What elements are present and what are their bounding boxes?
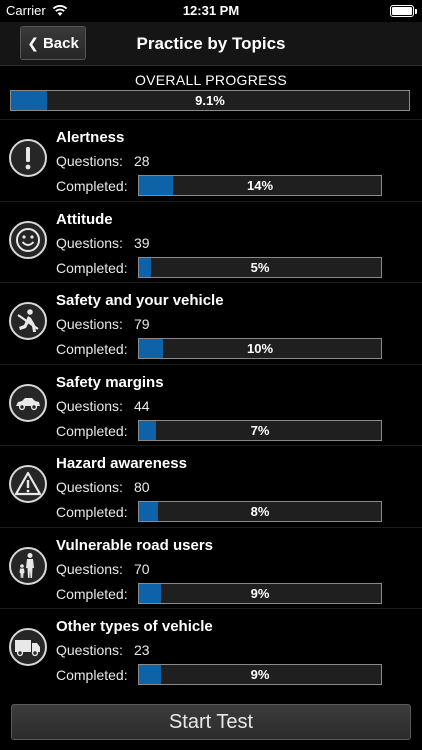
completed-label: Completed:: [56, 259, 128, 276]
topic-name: Safety and your vehicle: [56, 292, 224, 309]
nav-bar: ❮ Back Practice by Topics: [0, 22, 422, 66]
warning-triangle-icon: [9, 465, 47, 503]
questions-count: 80: [134, 479, 150, 495]
questions-count: 23: [134, 642, 150, 658]
topic-progress-percent: 10%: [246, 341, 274, 356]
topic-progress-bar: 7%: [138, 419, 382, 441]
topic-progress-percent: 9%: [250, 667, 270, 682]
exclamation-icon: [9, 139, 47, 177]
questions-count: 70: [134, 560, 150, 577]
overall-progress-bar: 9.1%: [10, 90, 410, 111]
overall-progress-percent: 9.1%: [195, 93, 225, 108]
questions-label: Questions:: [56, 642, 123, 658]
smiley-icon: [9, 220, 47, 259]
topic-row[interactable]: Alertness Questions: 28 Completed: 14%: [0, 119, 422, 200]
topic-row[interactable]: Other types of vehicle Questions: 23 Comple…: [0, 608, 422, 689]
topic-progress-percent: 8%: [250, 504, 270, 519]
questions-label: Questions:: [56, 560, 123, 577]
topic-name: Safety margins: [56, 373, 164, 391]
topic-row[interactable]: Hazard awareness Questions: 80 Completed: 8%: [0, 445, 422, 526]
completed-label: Completed:: [56, 178, 128, 194]
topic-row[interactable]: Vulnerable road users Questions: 70 Complet…: [0, 526, 422, 608]
topic-progress-bar: 9%: [138, 582, 382, 604]
questions-count: 79: [134, 316, 150, 332]
topic-row[interactable]: Safety and your vehicle Questions: 79 Compl…: [0, 282, 422, 363]
questions-label: Questions:: [56, 153, 123, 169]
status-bar: Carrier 12:31 PM: [0, 0, 422, 22]
completed-label: Completed:: [56, 422, 128, 439]
pedestrians-icon: [9, 546, 47, 585]
status-time: 12:31 PM: [182, 3, 240, 18]
start-test-button[interactable]: Start Test: [11, 704, 411, 740]
truck-icon: [9, 628, 47, 666]
topic-row[interactable]: Attitude Questions: 39 Completed: 5%: [0, 200, 422, 282]
questions-label: Questions:: [56, 316, 123, 332]
topic-progress-percent: 9%: [250, 585, 270, 601]
questions-count: 44: [134, 397, 150, 414]
completed-label: Completed:: [56, 667, 128, 683]
topic-progress-percent: 14%: [246, 178, 274, 193]
battery-icon: [390, 5, 417, 17]
topic-progress-bar: 9%: [138, 664, 382, 685]
completed-label: Completed:: [56, 504, 128, 520]
topic-name: Hazard awareness: [56, 455, 187, 472]
topic-progress-percent: 7%: [250, 422, 270, 438]
questions-count: 39: [134, 234, 150, 251]
topic-name: Vulnerable road users: [56, 536, 214, 554]
topic-progress-percent: 5%: [250, 259, 270, 275]
topic-progress-bar: 8%: [138, 501, 382, 522]
car-icon: [9, 383, 47, 422]
topic-progress-bar: 10%: [138, 338, 382, 359]
topic-progress-bar: 14%: [138, 175, 382, 196]
topic-progress-bar: 5%: [138, 256, 382, 278]
topic-name: Alertness: [56, 129, 125, 146]
questions-label: Questions:: [56, 479, 123, 495]
questions-label: Questions:: [56, 234, 123, 251]
overall-progress-label: OVERALL PROGRESS: [134, 72, 288, 88]
seatbelt-icon: [9, 302, 47, 340]
topic-row[interactable]: Safety margins Questions: 44 Completed: 7%: [0, 363, 422, 445]
questions-label: Questions:: [56, 397, 123, 414]
page-title: Practice by Topics: [136, 34, 286, 53]
topic-name: Other types of vehicle: [56, 618, 213, 635]
questions-count: 28: [134, 153, 150, 169]
topic-name: Attitude: [56, 210, 113, 228]
completed-label: Completed:: [56, 585, 128, 602]
completed-label: Completed:: [56, 341, 128, 357]
